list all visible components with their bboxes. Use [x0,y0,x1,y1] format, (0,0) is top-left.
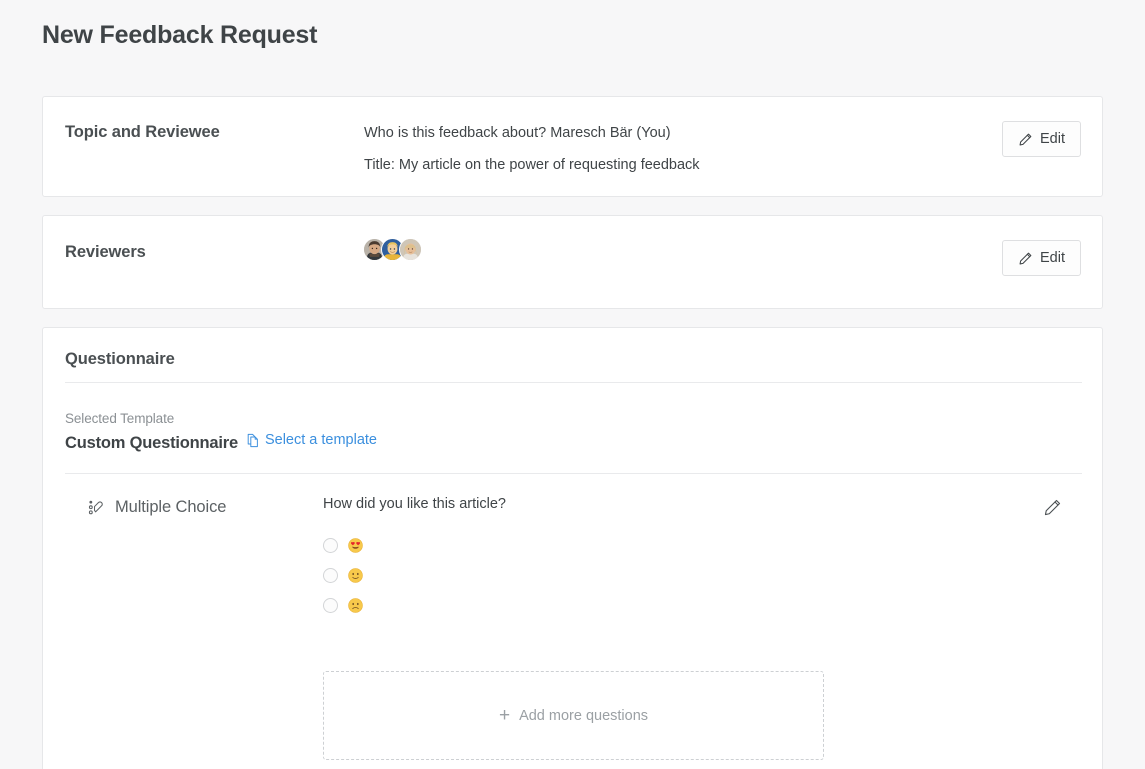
multiple-choice-icon [88,499,105,516]
select-a-template-label: Select a template [265,432,377,448]
copy-document-icon [246,433,260,448]
question-body: How did you like this article? [323,496,923,624]
pencil-icon [1018,132,1033,147]
edit-question-button[interactable] [1043,498,1062,517]
topic-card-content: Who is this feedback about? Maresch Bär … [364,124,700,175]
topic-and-reviewee-card: Topic and Reviewee Who is this feedback … [42,96,1103,197]
option-row[interactable] [323,594,923,616]
add-more-questions-button[interactable]: + Add more questions [323,671,824,760]
new-feedback-request-page: New Feedback Request Topic and Reviewee … [0,0,1145,769]
selected-template-label: Selected Template [65,411,174,426]
option-radio-2[interactable] [323,568,338,583]
topic-title-line: Title: My article on the power of reques… [364,156,700,176]
divider [65,473,1082,474]
add-more-questions-label: Add more questions [519,708,648,724]
select-a-template-link[interactable]: Select a template [246,432,377,448]
plus-icon: + [499,706,510,725]
reviewers-card: Reviewers Edit [42,215,1103,309]
questionnaire-card: Questionnaire Selected Template Custom Q… [42,327,1103,769]
reviewers-card-label: Reviewers [65,243,146,262]
heart-eyes-emoji [348,538,363,553]
topic-card-label: Topic and Reviewee [65,123,220,142]
selected-template-name: Custom Questionnaire [65,434,238,453]
reviewer-avatar-3[interactable] [399,238,422,261]
pencil-icon [1018,251,1033,266]
edit-reviewers-button[interactable]: Edit [1002,240,1081,276]
option-row[interactable] [323,534,923,556]
option-radio-3[interactable] [323,598,338,613]
option-row[interactable] [323,564,923,586]
card-row: Reviewers Edit [43,216,1102,308]
question-type: Multiple Choice [88,498,226,517]
page-title: New Feedback Request [42,21,317,50]
edit-reviewers-label: Edit [1040,250,1065,266]
question-type-label: Multiple Choice [115,498,226,517]
divider [65,382,1082,383]
selected-template-row: Custom Questionnaire Select a template [65,432,377,453]
reviewer-avatar-group [363,238,422,261]
card-row: Topic and Reviewee Who is this feedback … [43,97,1102,196]
slightly-frowning-emoji [348,598,363,613]
question-prompt: How did you like this article? [323,496,923,512]
edit-topic-label: Edit [1040,131,1065,147]
pencil-icon [1043,498,1062,517]
topic-reviewee-line: Who is this feedback about? Maresch Bär … [364,124,700,144]
edit-topic-button[interactable]: Edit [1002,121,1081,157]
option-radio-1[interactable] [323,538,338,553]
questionnaire-title: Questionnaire [65,350,175,369]
slightly-smiling-emoji [348,568,363,583]
